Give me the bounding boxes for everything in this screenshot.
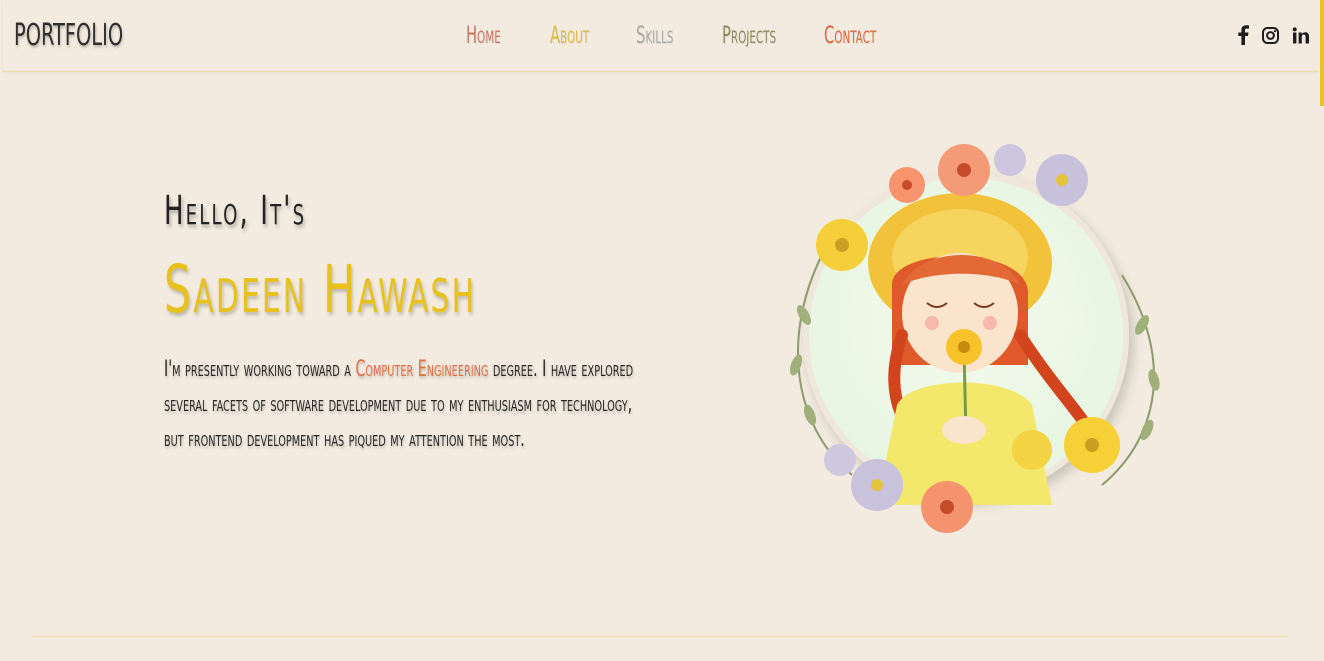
bio-highlight: Computer Engineering — [355, 357, 489, 382]
page: PORTFOLIO Home About Skills Projects Con… — [0, 0, 1324, 661]
hero-greeting: Hello, It's — [164, 188, 307, 234]
hero-name: Sadeen Hawash — [164, 251, 477, 328]
nav-home[interactable]: Home — [466, 21, 501, 49]
nav-projects[interactable]: Projects — [722, 21, 776, 49]
facebook-icon[interactable] — [1237, 25, 1249, 45]
scrollbar-thumb[interactable] — [1320, 0, 1324, 106]
nav-skills[interactable]: Skills — [636, 21, 673, 49]
bio-text-start: I'm presently working toward a — [164, 357, 356, 382]
instagram-icon[interactable] — [1262, 27, 1279, 44]
site-header: PORTFOLIO Home About Skills Projects Con… — [3, 0, 1319, 72]
linkedin-icon[interactable] — [1292, 27, 1309, 44]
profile-illustration — [752, 135, 1180, 553]
nav-contact[interactable]: Contact — [824, 21, 876, 49]
main-nav: Home About Skills Projects Contact — [3, 21, 1319, 51]
section-divider — [32, 636, 1288, 637]
nav-about[interactable]: About — [550, 21, 589, 49]
hero-bio: I'm presently working toward a Computer … — [164, 352, 639, 457]
